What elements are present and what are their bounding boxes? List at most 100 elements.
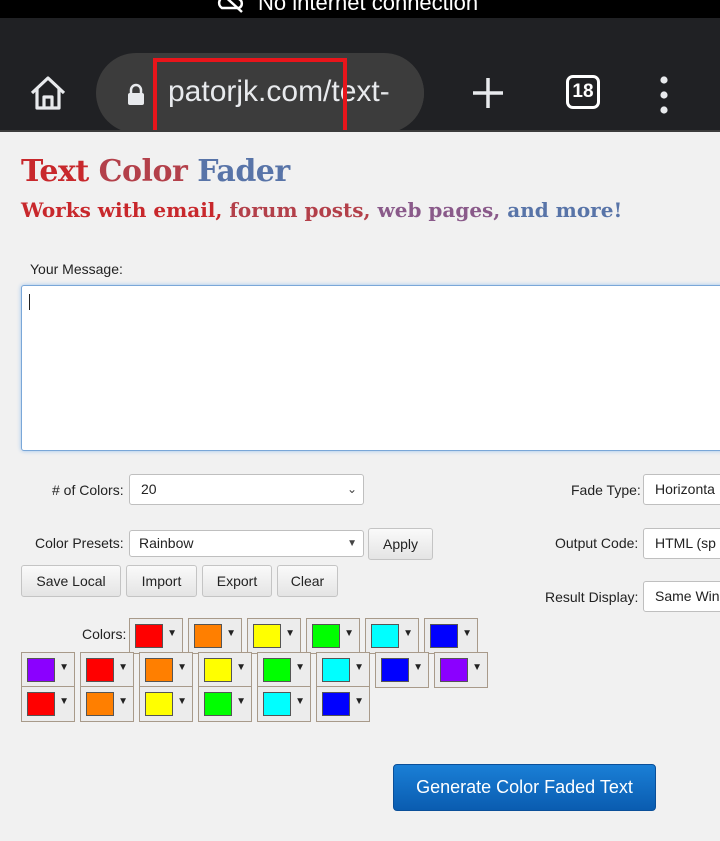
new-tab-button[interactable] <box>468 73 508 113</box>
subtitle-part-1: Works with email, <box>21 198 223 222</box>
message-label: Your Message: <box>30 261 123 277</box>
caret-down-icon: ▼ <box>295 696 305 707</box>
color-picker-10[interactable]: ▼ <box>198 652 252 688</box>
caret-down-icon: ▼ <box>347 538 357 549</box>
caret-down-icon: ▼ <box>354 696 364 707</box>
caret-down-icon: ▼ <box>462 628 472 639</box>
title-word-color: Color <box>98 154 188 189</box>
num-colors-select[interactable]: 20 ⌄ <box>129 474 364 505</box>
caret-down-icon: ▼ <box>236 696 246 707</box>
page-title: Text Color Fader <box>21 154 290 189</box>
connection-status-text: No internet connection <box>258 0 479 15</box>
caret-down-icon: ▼ <box>295 662 305 673</box>
color-swatch <box>253 624 281 648</box>
color-picker-3[interactable]: ▼ <box>247 618 301 654</box>
text-caret <box>29 294 30 310</box>
color-picker-2[interactable]: ▼ <box>188 618 242 654</box>
color-swatch <box>145 692 173 716</box>
caret-down-icon: ▼ <box>403 628 413 639</box>
message-textarea[interactable] <box>21 285 720 451</box>
color-swatch <box>440 658 468 682</box>
page-content: Text Color Fader Works with email, forum… <box>0 132 720 841</box>
subtitle-part-3: web pages, <box>377 198 501 222</box>
caret-down-icon: ▼ <box>59 696 69 707</box>
colors-label: Colors: <box>82 626 127 642</box>
caret-down-icon: ▼ <box>59 662 69 673</box>
apply-button[interactable]: Apply <box>368 528 433 560</box>
caret-down-icon: ▼ <box>354 662 364 673</box>
caret-down-icon: ▼ <box>118 696 128 707</box>
home-button[interactable] <box>28 73 68 113</box>
caret-down-icon: ▼ <box>177 662 187 673</box>
color-picker-16[interactable]: ▼ <box>80 686 134 722</box>
output-code-label: Output Code: <box>555 535 639 551</box>
color-picker-14[interactable]: ▼ <box>434 652 488 688</box>
caret-down-icon: ▼ <box>177 696 187 707</box>
color-picker-6[interactable]: ▼ <box>424 618 478 654</box>
color-picker-19[interactable]: ▼ <box>257 686 311 722</box>
color-picker-1[interactable]: ▼ <box>129 618 183 654</box>
chevron-down-icon: ⌄ <box>346 482 357 496</box>
tab-switcher-button[interactable]: 18 <box>566 75 600 109</box>
home-icon <box>30 76 66 110</box>
output-code-select[interactable]: HTML (sp <box>643 528 720 559</box>
color-presets-select[interactable]: Rainbow ▼ <box>129 530 364 557</box>
output-code-value: HTML (sp <box>655 535 716 551</box>
title-word-text: Text <box>21 154 89 189</box>
color-swatch <box>263 658 291 682</box>
color-presets-value: Rainbow <box>139 535 194 551</box>
highlight-annotation-box <box>153 58 347 136</box>
caret-down-icon: ▼ <box>472 662 482 673</box>
result-display-value: Same Win <box>655 588 720 604</box>
color-picker-13[interactable]: ▼ <box>375 652 429 688</box>
color-picker-8[interactable]: ▼ <box>80 652 134 688</box>
color-swatch <box>430 624 458 648</box>
color-picker-20[interactable]: ▼ <box>316 686 370 722</box>
color-swatch <box>381 658 409 682</box>
browser-toolbar: patorjk.com/text- 18 <box>0 18 720 136</box>
caret-down-icon: ▼ <box>236 662 246 673</box>
color-swatch <box>263 692 291 716</box>
color-swatch <box>371 624 399 648</box>
title-word-fader: Fader <box>197 154 290 189</box>
color-swatch <box>312 624 340 648</box>
color-picker-4[interactable]: ▼ <box>306 618 360 654</box>
save-local-button[interactable]: Save Local <box>21 565 121 597</box>
color-picker-11[interactable]: ▼ <box>257 652 311 688</box>
color-picker-12[interactable]: ▼ <box>316 652 370 688</box>
color-picker-15[interactable]: ▼ <box>21 686 75 722</box>
color-swatch <box>194 624 222 648</box>
color-picker-5[interactable]: ▼ <box>365 618 419 654</box>
color-swatch <box>322 658 350 682</box>
cloud-off-icon <box>216 0 246 18</box>
page-subtitle: Works with email, forum posts, web pages… <box>21 198 622 222</box>
num-colors-label: # of Colors: <box>52 482 124 498</box>
color-swatch <box>204 658 232 682</box>
caret-down-icon: ▼ <box>285 628 295 639</box>
color-swatch <box>86 658 114 682</box>
color-picker-7[interactable]: ▼ <box>21 652 75 688</box>
import-button[interactable]: Import <box>126 565 197 597</box>
result-display-label: Result Display: <box>545 589 639 605</box>
caret-down-icon: ▼ <box>226 628 236 639</box>
color-picker-17[interactable]: ▼ <box>139 686 193 722</box>
caret-down-icon: ▼ <box>118 662 128 673</box>
color-picker-9[interactable]: ▼ <box>139 652 193 688</box>
result-display-select[interactable]: Same Win <box>643 581 720 612</box>
caret-down-icon: ▼ <box>167 628 177 639</box>
color-swatch <box>27 658 55 682</box>
export-button[interactable]: Export <box>202 565 272 597</box>
subtitle-part-2: forum posts, <box>229 198 371 222</box>
more-vert-icon <box>660 76 668 114</box>
menu-button[interactable] <box>654 75 674 115</box>
fade-type-select[interactable]: Horizonta <box>643 474 720 505</box>
status-bar: No internet connection <box>0 0 720 18</box>
clear-button[interactable]: Clear <box>277 565 338 597</box>
color-swatch <box>86 692 114 716</box>
lock-icon <box>126 83 146 112</box>
generate-button[interactable]: Generate Color Faded Text <box>393 764 656 811</box>
caret-down-icon: ▼ <box>344 628 354 639</box>
num-colors-value: 20 <box>141 481 157 497</box>
color-picker-18[interactable]: ▼ <box>198 686 252 722</box>
fade-type-value: Horizonta <box>655 481 715 497</box>
